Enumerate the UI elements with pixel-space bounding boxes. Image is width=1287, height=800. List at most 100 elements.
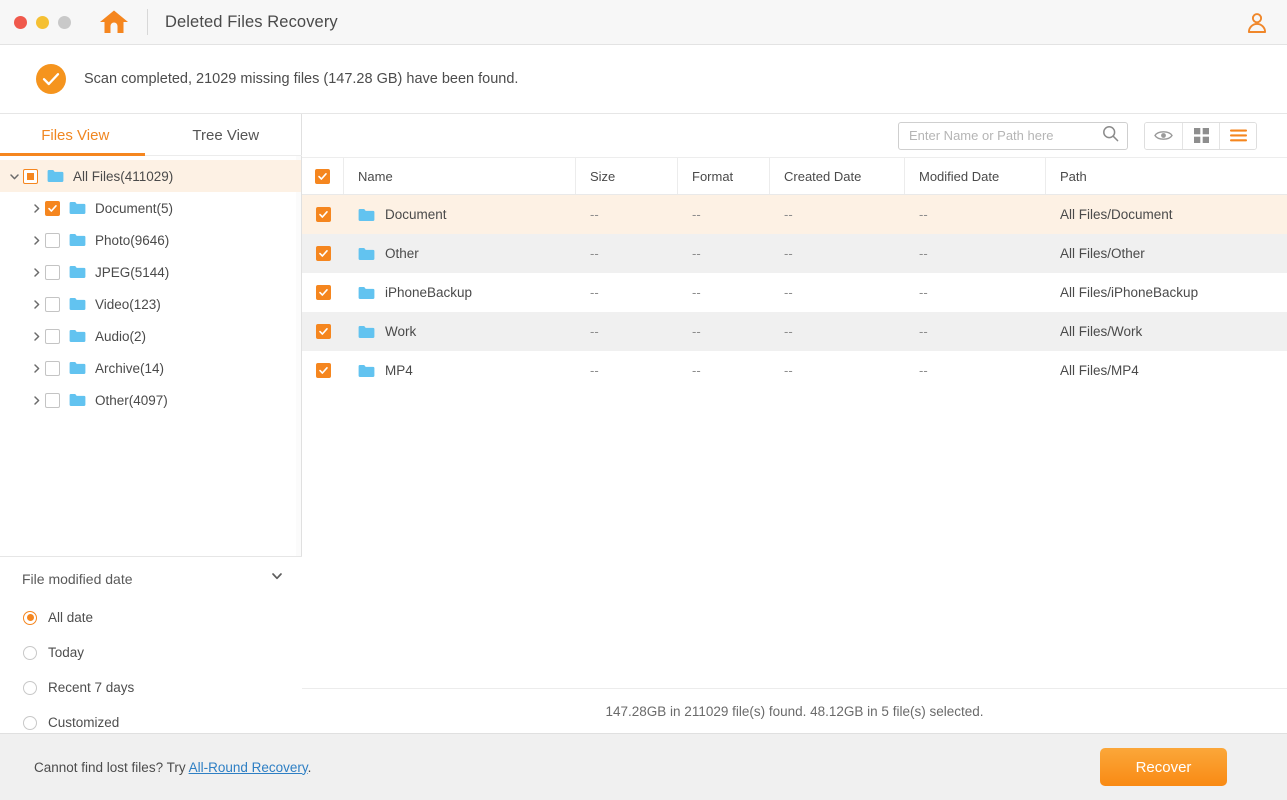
row-modified-date: -- (905, 234, 1046, 273)
row-checkbox[interactable] (316, 324, 331, 339)
row-size: -- (576, 273, 678, 312)
filter-option-all-date[interactable]: All date (0, 600, 302, 635)
tree-checkbox-all-files[interactable] (23, 169, 38, 184)
tree-item-audio[interactable]: Audio(2) (0, 320, 301, 352)
column-header-created-date[interactable]: Created Date (770, 158, 905, 194)
row-path: All Files/Other (1046, 234, 1287, 273)
select-all-checkbox[interactable] (315, 169, 330, 184)
tree-checkbox-photo[interactable] (45, 233, 60, 248)
row-name: Work (385, 324, 416, 339)
preview-eye-icon[interactable] (1145, 123, 1182, 149)
tree-item-archive[interactable]: Archive(14) (0, 352, 301, 384)
row-checkbox[interactable] (316, 363, 331, 378)
row-checkbox-cell[interactable] (302, 351, 344, 390)
column-header-size[interactable]: Size (576, 158, 678, 194)
chevron-down-icon[interactable] (270, 569, 284, 588)
search-input[interactable] (909, 128, 1102, 143)
row-checkbox-cell[interactable] (302, 234, 344, 273)
filter-option-recent-7-days[interactable]: Recent 7 days (0, 670, 302, 705)
tree-checkbox-other[interactable] (45, 393, 60, 408)
tree-checkbox-document[interactable] (45, 201, 60, 216)
tree-checkbox-archive[interactable] (45, 361, 60, 376)
chevron-right-icon[interactable] (28, 299, 44, 310)
row-modified-date: -- (905, 195, 1046, 234)
search-box[interactable] (898, 122, 1128, 150)
minimize-dot[interactable] (36, 16, 49, 29)
row-checkbox[interactable] (316, 285, 331, 300)
filter-option-today[interactable]: Today (0, 635, 302, 670)
main-panel: Name Size Format Created Date Modified D… (302, 114, 1287, 733)
tab-files-view[interactable]: Files View (0, 114, 151, 156)
tree-checkbox-jpeg[interactable] (45, 265, 60, 280)
row-name: Document (385, 207, 447, 222)
list-view-icon[interactable] (1219, 123, 1256, 149)
table-row[interactable]: Other -- -- -- -- All Files/Other (302, 234, 1287, 273)
chevron-right-icon[interactable] (28, 331, 44, 342)
radio-today[interactable] (23, 646, 37, 660)
table-row[interactable]: MP4 -- -- -- -- All Files/MP4 (302, 351, 1287, 390)
column-header-format[interactable]: Format (678, 158, 770, 194)
filter-option-label: Today (48, 645, 84, 660)
tree-checkbox-video[interactable] (45, 297, 60, 312)
file-category-tree: All Files(411029) Document(5) Photo(9646 (0, 156, 301, 556)
folder-icon (358, 208, 375, 222)
row-format: -- (678, 234, 770, 273)
row-checkbox-cell[interactable] (302, 312, 344, 351)
table-row[interactable]: Document -- -- -- -- All Files/Document (302, 195, 1287, 234)
column-header-path[interactable]: Path (1046, 158, 1287, 194)
row-modified-date: -- (905, 273, 1046, 312)
tree-item-video[interactable]: Video(123) (0, 288, 301, 320)
chevron-down-icon[interactable] (6, 171, 22, 182)
row-size: -- (576, 234, 678, 273)
close-dot[interactable] (14, 16, 27, 29)
folder-icon (69, 201, 86, 215)
row-checkbox-cell[interactable] (302, 273, 344, 312)
folder-icon (69, 393, 86, 407)
recover-button[interactable]: Recover (1100, 748, 1227, 786)
row-checkbox[interactable] (316, 246, 331, 261)
row-checkbox-cell[interactable] (302, 195, 344, 234)
tree-item-label: Other(4097) (95, 393, 168, 408)
chevron-right-icon[interactable] (28, 395, 44, 406)
sidebar: Files View Tree View All Files(411029) (0, 114, 302, 733)
column-header-name[interactable]: Name (344, 158, 576, 194)
tab-tree-view[interactable]: Tree View (151, 114, 302, 156)
search-icon[interactable] (1102, 125, 1119, 147)
table-row[interactable]: Work -- -- -- -- All Files/Work (302, 312, 1287, 351)
tree-item-other[interactable]: Other(4097) (0, 384, 301, 416)
file-modified-date-filter: File modified date All date Today Recent… (0, 556, 302, 733)
column-header-modified-date[interactable]: Modified Date (905, 158, 1046, 194)
chevron-right-icon[interactable] (28, 363, 44, 374)
tree-checkbox-audio[interactable] (45, 329, 60, 344)
chevron-right-icon[interactable] (28, 267, 44, 278)
radio-recent-7-days[interactable] (23, 681, 37, 695)
chevron-right-icon[interactable] (28, 235, 44, 246)
radio-customized[interactable] (23, 716, 37, 730)
tree-item-document[interactable]: Document(5) (0, 192, 301, 224)
home-icon[interactable] (99, 9, 129, 35)
zoom-dot[interactable] (58, 16, 71, 29)
footer-bar: Cannot find lost files? Try All-Round Re… (0, 733, 1287, 800)
filter-title: File modified date (22, 571, 133, 587)
tree-item-all-files[interactable]: All Files(411029) (0, 160, 301, 192)
account-icon[interactable] (1245, 11, 1269, 35)
tree-item-jpeg[interactable]: JPEG(5144) (0, 256, 301, 288)
folder-icon (358, 247, 375, 261)
grid-view-icon[interactable] (1182, 123, 1219, 149)
titlebar-divider (147, 9, 148, 35)
row-checkbox[interactable] (316, 207, 331, 222)
select-all-header[interactable] (302, 158, 344, 194)
tree-item-photo[interactable]: Photo(9646) (0, 224, 301, 256)
footer-note-prefix: Cannot find lost files? Try (34, 760, 189, 775)
chevron-right-icon[interactable] (28, 203, 44, 214)
radio-all-date[interactable] (23, 611, 37, 625)
folder-icon (358, 286, 375, 300)
table-row[interactable]: iPhoneBackup -- -- -- -- All Files/iPhon… (302, 273, 1287, 312)
all-round-recovery-link[interactable]: All-Round Recovery (189, 760, 308, 775)
folder-icon (69, 297, 86, 311)
app-window: Deleted Files Recovery Scan completed, 2… (0, 0, 1287, 800)
row-format: -- (678, 273, 770, 312)
row-created-date: -- (770, 351, 905, 390)
filter-header[interactable]: File modified date (0, 557, 302, 600)
filter-option-label: Recent 7 days (48, 680, 134, 695)
